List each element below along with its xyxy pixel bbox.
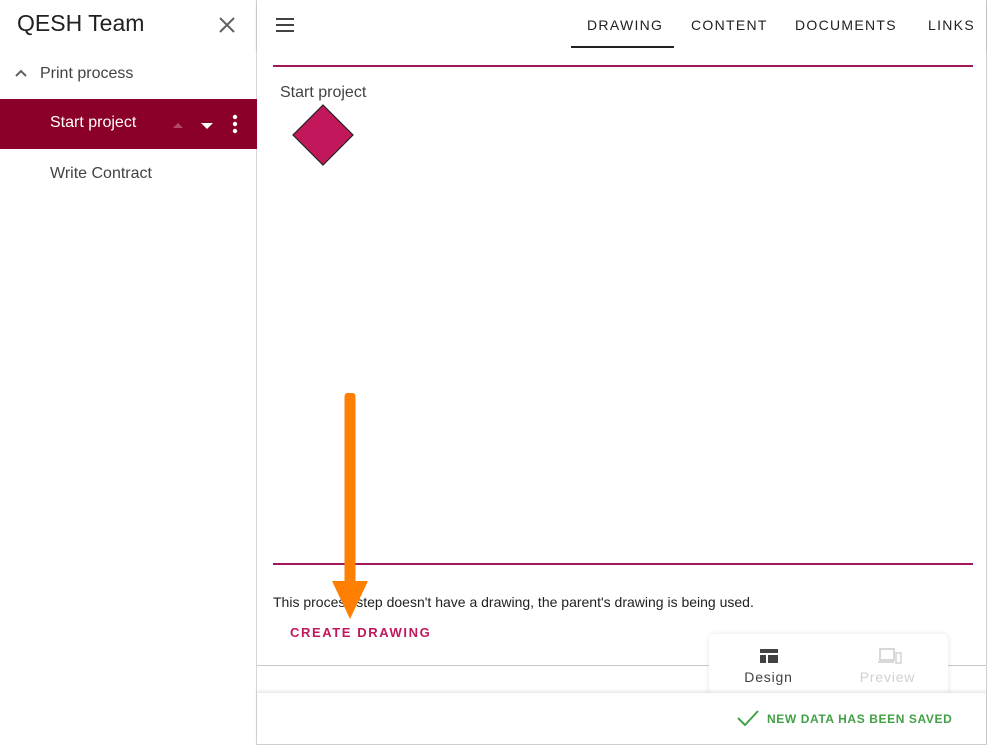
- sidebar-item-write-contract[interactable]: Write Contract: [0, 155, 256, 193]
- preview-label: Preview: [859, 669, 916, 685]
- tab-links[interactable]: LINKS: [928, 17, 975, 33]
- sidebar-item-start-project[interactable]: Start project: [0, 99, 257, 149]
- checkmark-icon: [737, 710, 759, 727]
- drawing-top-divider: [273, 65, 973, 67]
- sidebar: QESH Team Print process Start project Wr…: [0, 0, 257, 745]
- sidebar-item-label: Write Contract: [50, 165, 152, 182]
- view-mode-toggle: Design Preview: [709, 634, 948, 696]
- tab-content[interactable]: CONTENT: [691, 17, 768, 33]
- design-button[interactable]: Design: [709, 634, 828, 696]
- dashboard-icon: [759, 648, 779, 664]
- arrow-up-icon[interactable]: [172, 118, 184, 128]
- more-vert-icon[interactable]: [229, 112, 241, 136]
- tab-drawing[interactable]: DRAWING: [587, 17, 663, 33]
- parent-drawing-notice: This process step doesn't have a drawing…: [273, 594, 754, 610]
- status-bar: NEW DATA HAS BEEN SAVED: [257, 693, 986, 744]
- diagram-node-diamond[interactable]: [292, 104, 356, 168]
- save-status-message: NEW DATA HAS BEEN SAVED: [767, 712, 953, 726]
- hamburger-menu-icon[interactable]: [274, 16, 296, 34]
- arrow-down-icon[interactable]: [200, 118, 214, 129]
- drawing-panel: [257, 49, 986, 665]
- sidebar-item-print-process[interactable]: Print process: [0, 56, 256, 92]
- create-drawing-button[interactable]: CREATE DRAWING: [290, 625, 431, 640]
- diagram-node-label: Start project: [280, 84, 367, 101]
- top-app-bar: DRAWING CONTENT DOCUMENTS LINKS: [257, 0, 986, 49]
- drawing-bottom-divider: [273, 563, 973, 565]
- tab-documents[interactable]: DOCUMENTS: [795, 17, 897, 33]
- devices-icon: [878, 648, 902, 664]
- sidebar-title: QESH Team: [17, 10, 145, 36]
- design-label: Design: [744, 669, 793, 685]
- close-icon[interactable]: [216, 14, 238, 36]
- preview-button[interactable]: Preview: [828, 634, 947, 696]
- sidebar-item-label: Start project: [50, 114, 137, 131]
- active-tab-indicator: [571, 46, 674, 48]
- sidebar-item-label: Print process: [40, 65, 134, 82]
- chevron-up-icon[interactable]: [13, 65, 29, 81]
